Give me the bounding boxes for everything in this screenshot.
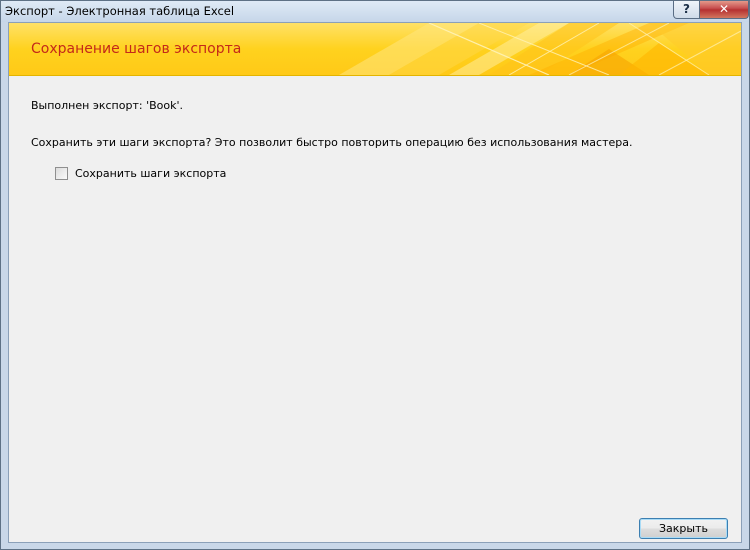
window-title: Экспорт - Электронная таблица Excel [5, 4, 235, 18]
save-steps-question: Сохранить эти шаги экспорта? Это позволи… [31, 136, 633, 149]
save-steps-checkbox-label[interactable]: Сохранить шаги экспорта [75, 167, 226, 180]
window-close-button[interactable]: ✕ [699, 1, 749, 19]
close-icon: ✕ [718, 2, 730, 16]
help-button[interactable]: ? [673, 1, 700, 19]
export-status-message: Выполнен экспорт: 'Book'. [31, 99, 183, 112]
dialog-content: Сохранение шагов экспорта Выполнен экспо… [8, 22, 742, 543]
export-dialog-window: Экспорт - Электронная таблица Excel ? ✕ [0, 0, 750, 550]
wizard-header-banner: Сохранение шагов экспорта [9, 23, 741, 76]
close-button[interactable]: Закрыть [639, 518, 728, 539]
banner-title: Сохранение шагов экспорта [31, 41, 242, 57]
save-steps-option[interactable]: Сохранить шаги экспорта [55, 167, 226, 180]
save-steps-checkbox[interactable] [55, 167, 68, 180]
title-bar[interactable]: Экспорт - Электронная таблица Excel ? ✕ [1, 1, 749, 22]
help-icon: ? [683, 2, 690, 16]
